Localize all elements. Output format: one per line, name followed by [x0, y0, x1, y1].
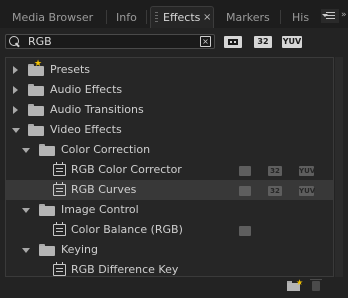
folder-icon	[28, 124, 44, 136]
collapse-arrow-icon[interactable]	[12, 128, 20, 133]
accelerated-icon	[228, 39, 238, 45]
tree-item-label: Keying	[61, 243, 98, 256]
accelerated-effects-filter-button[interactable]	[224, 36, 242, 48]
tab-divider	[280, 10, 281, 24]
overflow-chevron-icon[interactable]: »	[341, 11, 347, 20]
tree-item-image-control[interactable]: Image Control	[6, 200, 333, 220]
tree-item-label: RGB Color Corrector	[71, 163, 182, 176]
search-input[interactable]: RGB ×	[5, 34, 215, 49]
folder-icon	[39, 204, 55, 216]
effects-tree: ★ Presets Audio Effects Audio Transition…	[5, 57, 334, 277]
effect-icon	[53, 182, 66, 196]
tree-item-keying[interactable]: Keying	[6, 240, 333, 260]
collapse-arrow-icon[interactable]	[22, 148, 30, 153]
tab-divider	[146, 10, 147, 24]
tab-effects-label: Effects	[163, 11, 201, 24]
tree-item-rgb-color-corrector[interactable]: RGB Color Corrector 32 YUV	[6, 160, 333, 180]
yuv-filter-button[interactable]: YUV	[282, 36, 302, 48]
yuv-badge: YUV	[299, 166, 316, 176]
tree-item-label: Audio Effects	[50, 83, 123, 96]
accelerated-badge-icon	[239, 186, 251, 196]
panel-tab-bar: Media Browser Info Effects × Markers His…	[0, 0, 348, 28]
tree-item-rgb-difference-key[interactable]: RGB Difference Key	[6, 260, 333, 276]
trash-icon[interactable]	[310, 279, 322, 291]
accelerated-badge-icon	[239, 226, 251, 236]
32-bit-badge: 32	[268, 166, 282, 176]
tab-markers[interactable]: Markers	[226, 7, 270, 28]
tab-effects[interactable]: Effects ×	[150, 6, 214, 28]
vertical-scrollbar[interactable]	[335, 57, 343, 277]
tree-item-label: RGB Difference Key	[71, 263, 179, 276]
collapse-arrow-icon[interactable]	[22, 248, 30, 253]
expand-arrow-icon[interactable]	[13, 106, 18, 114]
tab-divider	[106, 10, 107, 24]
folder-icon	[28, 84, 44, 96]
tree-item-label: Audio Transitions	[50, 103, 144, 116]
tree-item-label: Color Correction	[61, 143, 151, 156]
tree-item-video-effects[interactable]: Video Effects	[6, 120, 333, 140]
effect-icon	[53, 162, 66, 176]
search-icon-handle	[15, 42, 20, 48]
32-bit-filter-button[interactable]: 32	[254, 36, 272, 48]
new-custom-bin-button[interactable]: ★	[287, 278, 304, 291]
collapse-arrow-icon[interactable]	[22, 208, 30, 213]
tree-item-color-correction[interactable]: Color Correction	[6, 140, 333, 160]
tree-item-presets[interactable]: ★ Presets	[6, 60, 333, 80]
tree-item-label: Color Balance (RGB)	[71, 223, 183, 236]
folder-icon	[28, 104, 44, 116]
effect-icon	[53, 262, 66, 276]
menu-icon	[326, 12, 335, 19]
accelerated-badge-icon	[239, 166, 251, 176]
tree-item-label: Image Control	[61, 203, 139, 216]
close-icon[interactable]: ×	[203, 7, 211, 28]
search-input-value: RGB	[28, 35, 52, 48]
expand-arrow-icon[interactable]	[13, 86, 18, 94]
effect-icon	[53, 222, 66, 236]
expand-arrow-icon[interactable]	[13, 66, 18, 74]
tree-item-label: Presets	[50, 63, 91, 76]
star-icon: ★	[296, 278, 304, 287]
tree-item-rgb-curves[interactable]: RGB Curves 32 YUV	[6, 180, 333, 200]
folder-icon	[39, 144, 55, 156]
tree-item-label: RGB Curves	[71, 183, 137, 196]
clear-search-icon[interactable]: ×	[200, 36, 211, 47]
tree-item-audio-transitions[interactable]: Audio Transitions	[6, 100, 333, 120]
yuv-badge: YUV	[299, 186, 316, 196]
folder-icon	[39, 244, 55, 256]
tree-item-label: Video Effects	[50, 123, 122, 136]
tab-media-browser[interactable]: Media Browser	[12, 7, 93, 28]
preset-folder-icon: ★	[28, 60, 44, 76]
tree-item-color-balance-rgb[interactable]: Color Balance (RGB)	[6, 220, 333, 240]
star-icon: ★	[34, 59, 43, 69]
tab-info[interactable]: Info	[116, 7, 137, 28]
tab-history[interactable]: His	[292, 7, 309, 28]
32-bit-badge: 32	[268, 186, 282, 196]
tree-item-audio-effects[interactable]: Audio Effects	[6, 80, 333, 100]
drag-grip-icon[interactable]	[155, 12, 158, 24]
panel-menu-button[interactable]	[321, 9, 339, 23]
